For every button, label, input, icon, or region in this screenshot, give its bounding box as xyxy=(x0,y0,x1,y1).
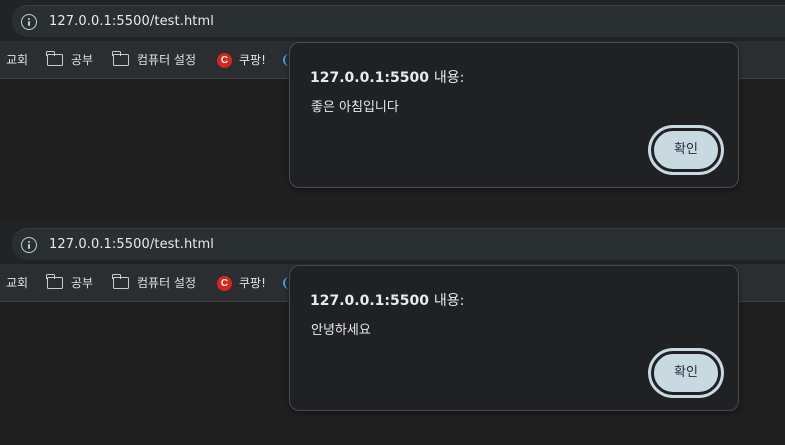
bookmark-label: 교회 xyxy=(6,276,29,290)
bookmark-coupang[interactable]: C 쿠팡! xyxy=(217,51,266,69)
bookmark-computer-settings[interactable]: 컴퓨터 설정 xyxy=(112,274,197,292)
alert-dialog: 127.0.0.1:5500 내용: 안녕하세요 확인 xyxy=(289,265,739,411)
browser-screenshot-2: 127.0.0.1:5500/test.html 교회 공부 컴퓨터 설정 C … xyxy=(0,223,785,445)
bookmark-label: 쿠팡! xyxy=(239,53,266,67)
coupang-icon: C xyxy=(217,52,232,68)
address-bar-row: 127.0.0.1:5500/test.html xyxy=(0,0,785,41)
browser-screenshot-1: 127.0.0.1:5500/test.html 교회 공부 컴퓨터 설정 C … xyxy=(0,0,785,223)
dialog-title-suffix: 내용: xyxy=(433,293,465,309)
bookmark-coupang[interactable]: C 쿠팡! xyxy=(217,274,266,292)
url-text[interactable]: 127.0.0.1:5500/test.html xyxy=(49,237,214,252)
dialog-title: 127.0.0.1:5500 내용: xyxy=(310,67,464,87)
bookmark-label: 교회 xyxy=(6,53,29,67)
dialog-origin: 127.0.0.1:5500 xyxy=(310,70,429,86)
address-bar[interactable]: 127.0.0.1:5500/test.html xyxy=(12,228,785,260)
address-bar[interactable]: 127.0.0.1:5500/test.html xyxy=(12,5,785,37)
coupang-icon: C xyxy=(217,275,232,291)
bookmark-study[interactable]: 공부 xyxy=(46,51,94,69)
dialog-title: 127.0.0.1:5500 내용: xyxy=(310,290,464,310)
folder-icon xyxy=(46,51,63,66)
ok-button[interactable]: 확인 xyxy=(649,349,723,397)
dialog-origin: 127.0.0.1:5500 xyxy=(310,293,429,309)
ok-button[interactable]: 확인 xyxy=(649,126,723,174)
dialog-message: 좋은 아침입니다 xyxy=(311,100,399,115)
bookmark-church[interactable]: 교회 xyxy=(6,274,28,292)
bookmark-label: 컴퓨터 설정 xyxy=(137,53,197,67)
folder-icon xyxy=(46,274,63,289)
folder-icon xyxy=(112,51,129,66)
alert-dialog: 127.0.0.1:5500 내용: 좋은 아침입니다 확인 xyxy=(289,42,739,188)
bookmark-label: 공부 xyxy=(71,53,94,67)
bookmark-label: 컴퓨터 설정 xyxy=(137,276,197,290)
info-icon[interactable] xyxy=(21,237,37,253)
bookmark-study[interactable]: 공부 xyxy=(46,274,94,292)
bookmark-computer-settings[interactable]: 컴퓨터 설정 xyxy=(112,51,197,69)
bookmark-church[interactable]: 교회 xyxy=(6,51,28,69)
folder-icon xyxy=(112,274,129,289)
address-bar-row: 127.0.0.1:5500/test.html xyxy=(0,223,785,264)
dialog-title-suffix: 내용: xyxy=(433,70,465,86)
info-icon[interactable] xyxy=(21,14,37,30)
bookmark-label: 쿠팡! xyxy=(239,276,266,290)
url-text[interactable]: 127.0.0.1:5500/test.html xyxy=(49,14,214,29)
bookmark-label: 공부 xyxy=(71,276,94,290)
dialog-message: 안녕하세요 xyxy=(311,323,371,338)
